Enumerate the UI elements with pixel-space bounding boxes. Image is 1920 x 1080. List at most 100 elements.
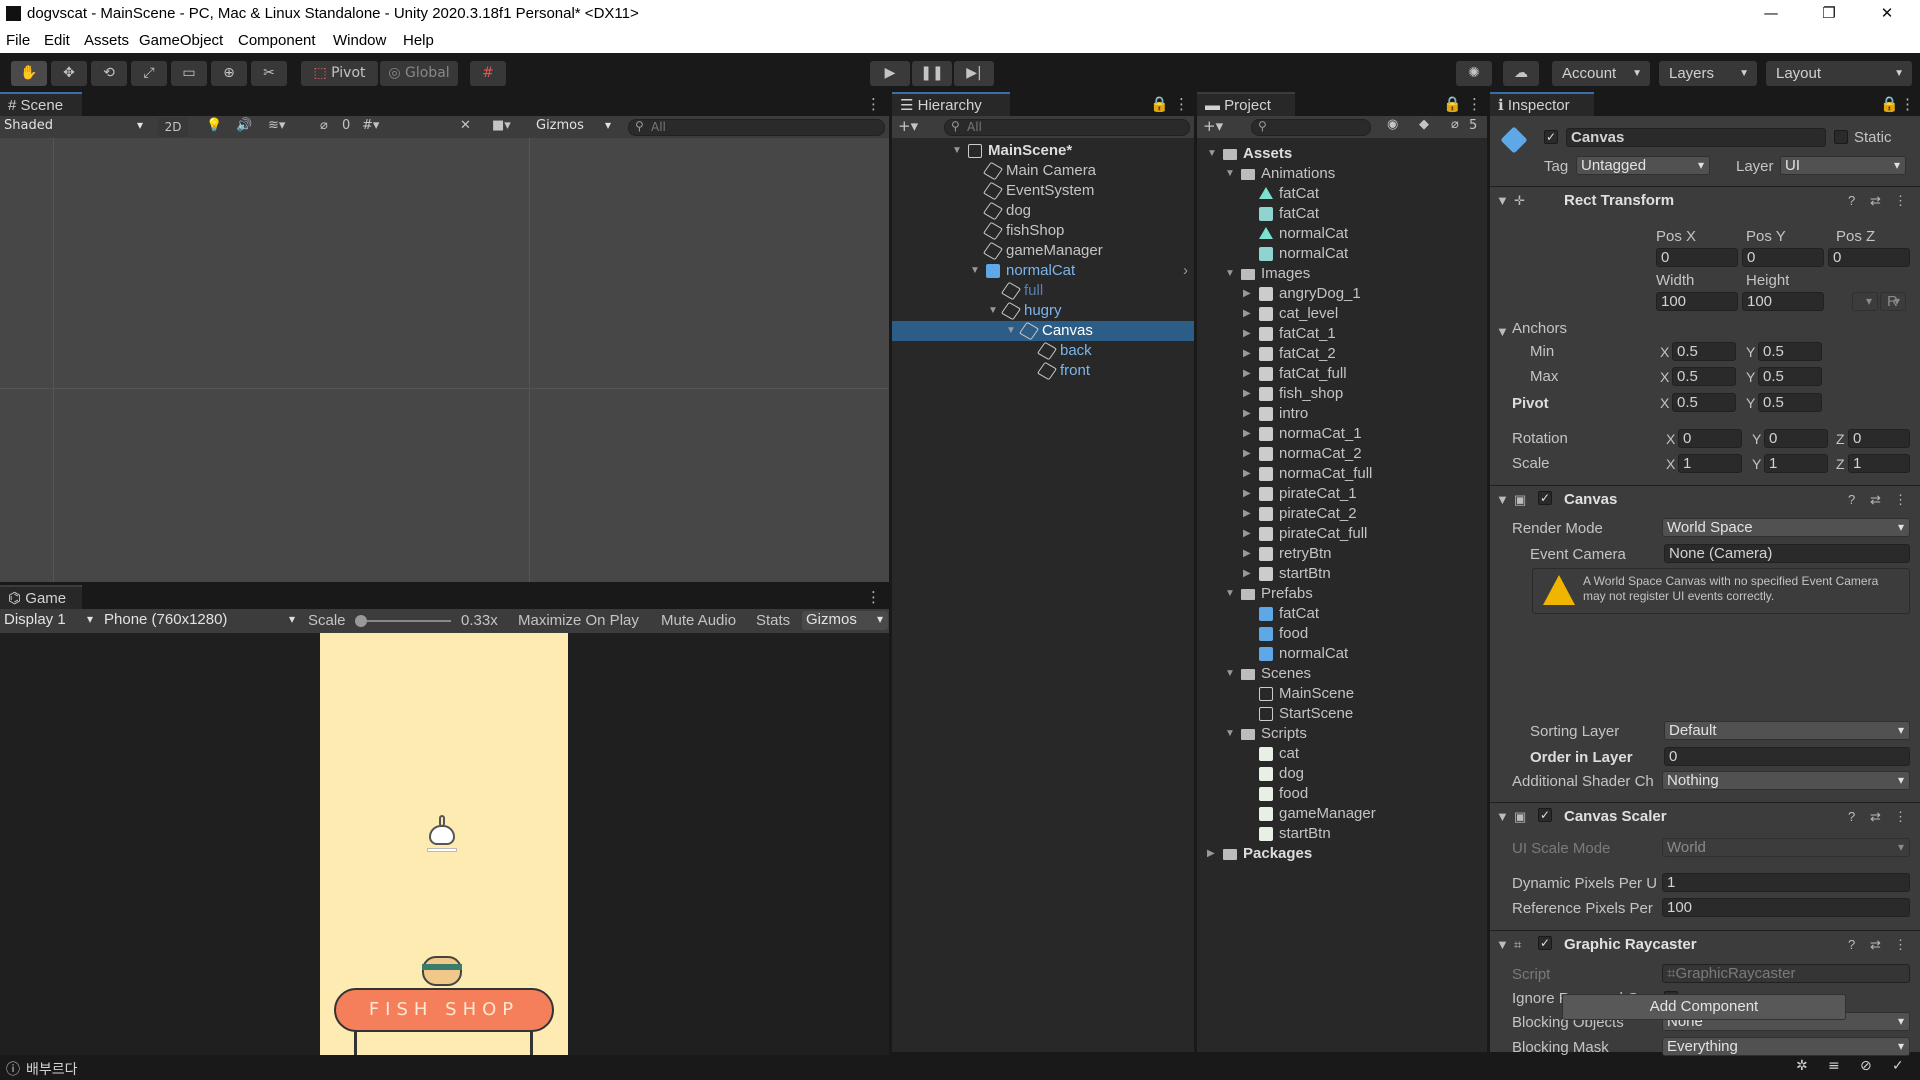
rotation-x-field[interactable]: 0 <box>1678 429 1742 448</box>
layers-status-icon[interactable]: ≡ <box>1828 1058 1840 1074</box>
step-button[interactable]: ▶| <box>954 61 994 86</box>
tree-row[interactable]: ▶ angryDog_1 <box>1197 284 1487 304</box>
component-menu-icon[interactable]: ⋮ <box>1894 809 1907 825</box>
tree-row[interactable]: ▶ fatCat_full <box>1197 364 1487 384</box>
canvas-component-header[interactable]: ▼ ▣ ✓ Canvas ? ⇄ ⋮ <box>1490 485 1920 511</box>
cache-server-icon[interactable]: ⊘ <box>1860 1058 1872 1074</box>
preset-icon[interactable]: ⇄ <box>1870 809 1881 825</box>
stats-toggle[interactable]: Stats <box>756 612 790 629</box>
preset-icon[interactable]: ⇄ <box>1870 937 1881 953</box>
layers-dropdown[interactable]: Layers ▼ <box>1659 61 1757 86</box>
collapse-arrow-icon[interactable]: ▶ <box>1243 504 1251 524</box>
tree-row[interactable]: fatCat <box>1197 184 1487 204</box>
collapse-arrow-icon[interactable]: ▶ <box>1243 524 1251 544</box>
shading-dropdown[interactable]: Shaded <box>0 117 148 136</box>
lock-icon[interactable]: 🔒 <box>1150 95 1169 113</box>
menu-window[interactable]: Window <box>333 32 386 49</box>
tree-row[interactable]: ▶ pirateCat_full <box>1197 524 1487 544</box>
custom-tool-icon[interactable]: ✂ <box>251 61 287 86</box>
expand-arrow-icon[interactable]: ▼ <box>1207 144 1217 164</box>
order-in-layer-field[interactable]: 0 <box>1664 747 1910 766</box>
anchor-max-y-field[interactable]: 0.5 <box>1758 367 1822 386</box>
canvas-scaler-enabled-checkbox[interactable]: ✓ <box>1538 808 1552 822</box>
collapse-arrow-icon[interactable]: ▶ <box>1243 284 1251 304</box>
pos-z-field[interactable]: 0 <box>1828 248 1910 267</box>
tree-row[interactable]: ▼ Scripts <box>1197 724 1487 744</box>
tree-row[interactable]: normalCat <box>1197 224 1487 244</box>
play-button[interactable]: ▶ <box>870 61 910 86</box>
preset-icon[interactable]: ⇄ <box>1870 193 1881 209</box>
help-icon[interactable]: ? <box>1848 809 1855 824</box>
gizmos-dropdown[interactable]: Gizmos <box>532 117 616 136</box>
filter-type-icon[interactable]: ◉ <box>1387 117 1398 132</box>
pos-x-field[interactable]: 0 <box>1656 248 1738 267</box>
tree-row[interactable]: fishShop <box>892 221 1194 241</box>
tag-dropdown[interactable]: Untagged <box>1576 156 1710 175</box>
grid-snap-icon[interactable]: # <box>470 61 506 86</box>
more-options-icon[interactable]: ⋮ <box>1174 95 1189 113</box>
expand-arrow-icon[interactable]: ▼ <box>1225 724 1235 744</box>
collapse-arrow-icon[interactable]: ▶ <box>1243 464 1251 484</box>
tree-row[interactable]: ▼ normalCat › <box>892 261 1194 281</box>
tree-row[interactable]: ▼ Animations <box>1197 164 1487 184</box>
more-options-icon[interactable]: ⋮ <box>866 588 881 606</box>
anchor-max-x-field[interactable]: 0.5 <box>1672 367 1736 386</box>
rect-tool-icon[interactable]: ▭ <box>171 61 207 86</box>
tree-row[interactable]: ▶ normaCat_full <box>1197 464 1487 484</box>
tree-row[interactable]: ▶ fatCat_2 <box>1197 344 1487 364</box>
tree-row[interactable]: ▼ hugry <box>892 301 1194 321</box>
canvas-enabled-checkbox[interactable]: ✓ <box>1538 491 1552 505</box>
expand-arrow-icon[interactable]: ▼ <box>970 261 980 281</box>
anchor-min-x-field[interactable]: 0.5 <box>1672 342 1736 361</box>
sorting-layer-dropdown[interactable]: Default <box>1664 721 1910 740</box>
mode-2d-toggle[interactable]: 2D <box>158 117 188 137</box>
static-checkbox[interactable] <box>1834 130 1848 144</box>
canvas-scaler-header[interactable]: ▼ ▣ ✓ Canvas Scaler ? ⇄ ⋮ <box>1490 802 1920 828</box>
tree-row[interactable]: ▶ startBtn <box>1197 564 1487 584</box>
resolution-dropdown[interactable]: Phone (760x1280) <box>100 611 300 630</box>
tree-row[interactable]: fatCat <box>1197 204 1487 224</box>
tree-row[interactable]: ▼ MainScene* <box>892 141 1194 161</box>
preset-icon[interactable]: ⇄ <box>1870 492 1881 508</box>
hidden-objects-icon[interactable]: ⌀ <box>320 118 328 133</box>
blueprint-mode-icon[interactable] <box>1496 226 1548 278</box>
tab-game[interactable]: ⌬ Game <box>0 585 82 609</box>
help-icon[interactable]: ? <box>1848 193 1855 208</box>
event-camera-field[interactable]: None (Camera) <box>1664 544 1910 563</box>
scale-z-field[interactable]: 1 <box>1848 454 1910 473</box>
pause-button[interactable]: ❚❚ <box>912 61 952 86</box>
transform-tool-icon[interactable]: ⊕ <box>211 61 247 86</box>
expand-arrow-icon[interactable]: ▼ <box>952 141 962 161</box>
tree-row[interactable]: ▼ Scenes <box>1197 664 1487 684</box>
check-circle-icon[interactable]: ✓ <box>1892 1058 1904 1074</box>
blueprint-toggle-icon[interactable] <box>1852 292 1878 311</box>
help-icon[interactable]: ? <box>1848 492 1855 507</box>
collapse-arrow-icon[interactable]: ▶ <box>1243 304 1251 324</box>
height-field[interactable]: 100 <box>1742 292 1824 311</box>
account-dropdown[interactable]: Account ▼ <box>1552 61 1650 86</box>
tree-row[interactable]: Main Camera <box>892 161 1194 181</box>
tree-row[interactable]: gameManager <box>1197 804 1487 824</box>
more-options-icon[interactable]: ⋮ <box>866 95 881 113</box>
close-button[interactable]: ✕ <box>1858 0 1916 29</box>
component-menu-icon[interactable]: ⋮ <box>1894 492 1907 508</box>
layer-dropdown[interactable]: UI <box>1780 156 1906 175</box>
services-icon[interactable]: ✺ <box>1456 61 1492 86</box>
render-mode-dropdown[interactable]: World Space <box>1662 518 1910 537</box>
tree-row[interactable]: StartScene <box>1197 704 1487 724</box>
scale-slider[interactable] <box>355 615 451 627</box>
game-view[interactable]: FISH SHOP <box>0 633 889 1055</box>
menu-edit[interactable]: Edit <box>44 32 70 49</box>
cloud-icon[interactable]: ☁ <box>1503 61 1539 86</box>
tree-row[interactable]: ▶ Packages <box>1197 844 1487 864</box>
tab-inspector[interactable]: ℹ Inspector <box>1490 92 1594 116</box>
collapse-arrow-icon[interactable]: ▶ <box>1243 344 1251 364</box>
hidden-packages-icon[interactable]: ⌀ <box>1451 117 1459 132</box>
blocking-mask-dropdown[interactable]: Everything <box>1662 1037 1910 1056</box>
collapse-arrow-icon[interactable]: ▶ <box>1243 544 1251 564</box>
collapse-arrow-icon[interactable]: ▶ <box>1243 484 1251 504</box>
project-search-input[interactable] <box>1251 119 1371 136</box>
collapse-arrow-icon[interactable]: ▶ <box>1243 324 1251 344</box>
tree-row[interactable]: ▶ retryBtn <box>1197 544 1487 564</box>
tree-row[interactable]: ▶ normaCat_2 <box>1197 444 1487 464</box>
